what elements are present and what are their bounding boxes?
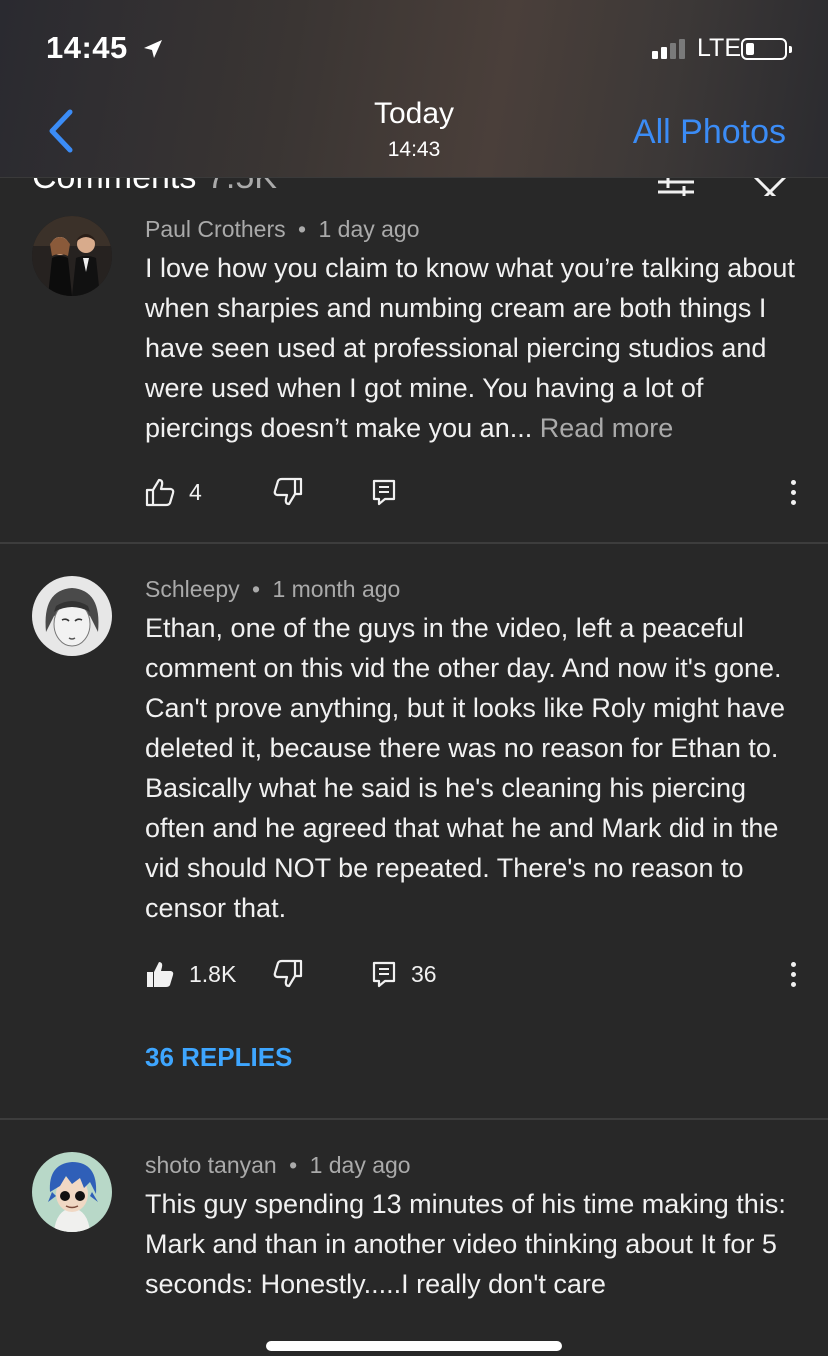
comment-meta: shoto tanyan • 1 day ago — [145, 1152, 411, 1179]
comment-meta: Schleepy • 1 month ago — [145, 576, 400, 603]
meta-separator: • — [298, 216, 307, 242]
comment-item: shoto tanyan • 1 day ago This guy spendi… — [0, 1120, 828, 1356]
comment-text: Ethan, one of the guys in the video, lef… — [145, 613, 785, 923]
comment-author[interactable]: shoto tanyan — [145, 1152, 277, 1178]
home-indicator[interactable] — [266, 1341, 562, 1351]
status-time: 14:45 — [46, 30, 128, 65]
comment-meta: Paul Crothers • 1 day ago — [145, 216, 420, 243]
all-photos-button[interactable]: All Photos — [633, 113, 786, 152]
meta-separator: • — [289, 1152, 298, 1178]
like-button[interactable]: 1.8K — [145, 954, 236, 994]
comment-text: This guy spending 13 minutes of his time… — [145, 1184, 795, 1304]
comment-item: Paul Crothers • 1 day ago I love how you… — [0, 178, 828, 544]
comment-time: 1 day ago — [318, 216, 420, 242]
like-count: 4 — [189, 478, 202, 505]
location-arrow-icon — [144, 40, 162, 58]
avatar[interactable] — [32, 576, 112, 656]
view-replies-button[interactable]: 36 REPLIES — [145, 1042, 292, 1073]
like-count: 1.8K — [189, 960, 237, 987]
reply-count: 36 — [411, 960, 437, 987]
dislike-button[interactable] — [273, 472, 303, 512]
avatar[interactable] — [32, 216, 112, 296]
comment-text: I love how you claim to know what you’re… — [145, 248, 795, 448]
photo-viewer-header: 14:45 LTE Today 14:43 All Photos — [0, 0, 828, 178]
network-type: LTE — [697, 34, 741, 62]
meta-separator: • — [252, 576, 261, 602]
comment-text-line: Mark and than in another video thinking … — [145, 1229, 777, 1299]
battery-icon — [741, 38, 792, 60]
reply-button[interactable]: 36 — [371, 954, 437, 994]
dislike-button[interactable] — [273, 954, 303, 994]
signal-icon — [652, 39, 685, 59]
reply-button[interactable] — [371, 472, 397, 512]
comment-author[interactable]: Schleepy — [145, 576, 240, 602]
comment-actions: 1.8K 36 — [145, 954, 805, 994]
read-more-link[interactable]: Read more — [540, 413, 674, 443]
thumbs-up-icon — [145, 478, 175, 507]
thumbs-down-icon — [273, 959, 303, 988]
comment-time: 1 day ago — [309, 1152, 411, 1178]
more-vert-icon[interactable] — [783, 956, 803, 992]
comment-time: 1 month ago — [272, 576, 401, 602]
reply-icon — [372, 479, 396, 506]
like-button[interactable]: 4 — [145, 472, 202, 512]
comment-text-content: I love how you claim to know what you’re… — [145, 253, 795, 443]
avatar[interactable] — [32, 1152, 112, 1232]
reply-icon — [372, 961, 396, 988]
thumbs-up-icon — [147, 962, 174, 987]
comment-actions: 4 — [145, 472, 805, 512]
thumbs-down-icon — [273, 477, 303, 506]
comment-author[interactable]: Paul Crothers — [145, 216, 286, 242]
more-vert-icon[interactable] — [783, 474, 803, 510]
comment-item: Schleepy • 1 month ago Ethan, one of the… — [0, 544, 828, 1118]
comment-text-line: This guy spending 13 minutes of his time… — [145, 1189, 786, 1219]
